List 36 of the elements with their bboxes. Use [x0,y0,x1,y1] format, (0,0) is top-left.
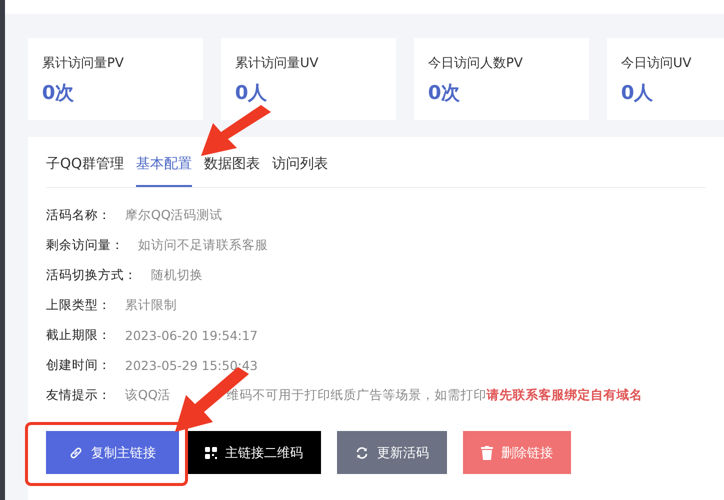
stat-label: 累计访问量PV [42,55,125,72]
field-label: 剩余访问量： [46,236,124,254]
notice-text: 该QQ活 [125,386,171,404]
stat-value: 0人 [621,81,654,106]
field-value: 摩尔QQ活码测试 [125,206,223,224]
arrow-annotation [201,105,271,156]
field-label: 活码名称： [46,206,111,224]
field-label: 活码切换方式： [46,266,137,284]
field-value: 累计限制 [125,296,177,314]
field-value: 如访问不足请联系客服 [138,236,268,254]
stat-label: 累计访问量UV [235,55,320,72]
grid-icon [205,446,217,458]
field-label: 上限类型： [46,296,111,314]
field-value: 2023-05-29 15:50:43 [125,358,258,372]
stat-value: 0次 [428,81,462,106]
stat-label: 今日访问UV [621,55,692,72]
link-icon [69,446,83,460]
field-value: 2023-06-20 19:54:17 [125,328,258,342]
field-label: 友情提示： [46,386,111,404]
stat-value: 0人 [235,81,268,106]
field-label: 创建时间： [46,356,111,374]
tab[interactable]: 基本配置 [136,153,192,187]
field-label: 截止期限： [46,326,111,344]
tab[interactable]: 数据图表 [204,153,260,187]
notice-highlight: 请先联系客服绑定自有域名 [486,386,643,404]
trash-icon [481,446,493,460]
stat-value: 0次 [42,81,76,106]
refresh-icon [355,446,369,460]
field-value: 随机切换 [151,266,203,284]
tab[interactable]: 访问列表 [272,153,328,187]
notice-text: 维码不可用于打印纸质广告等场景，如需打印 [226,386,487,404]
action-button[interactable]: 主链接二维码 [187,431,321,474]
tab[interactable]: 子QQ群管理 [46,153,124,187]
stat-label: 今日访问人数PV [428,55,524,72]
action-button[interactable]: 更新活码 [337,431,447,474]
action-button[interactable]: 复制主链接 [46,431,179,474]
